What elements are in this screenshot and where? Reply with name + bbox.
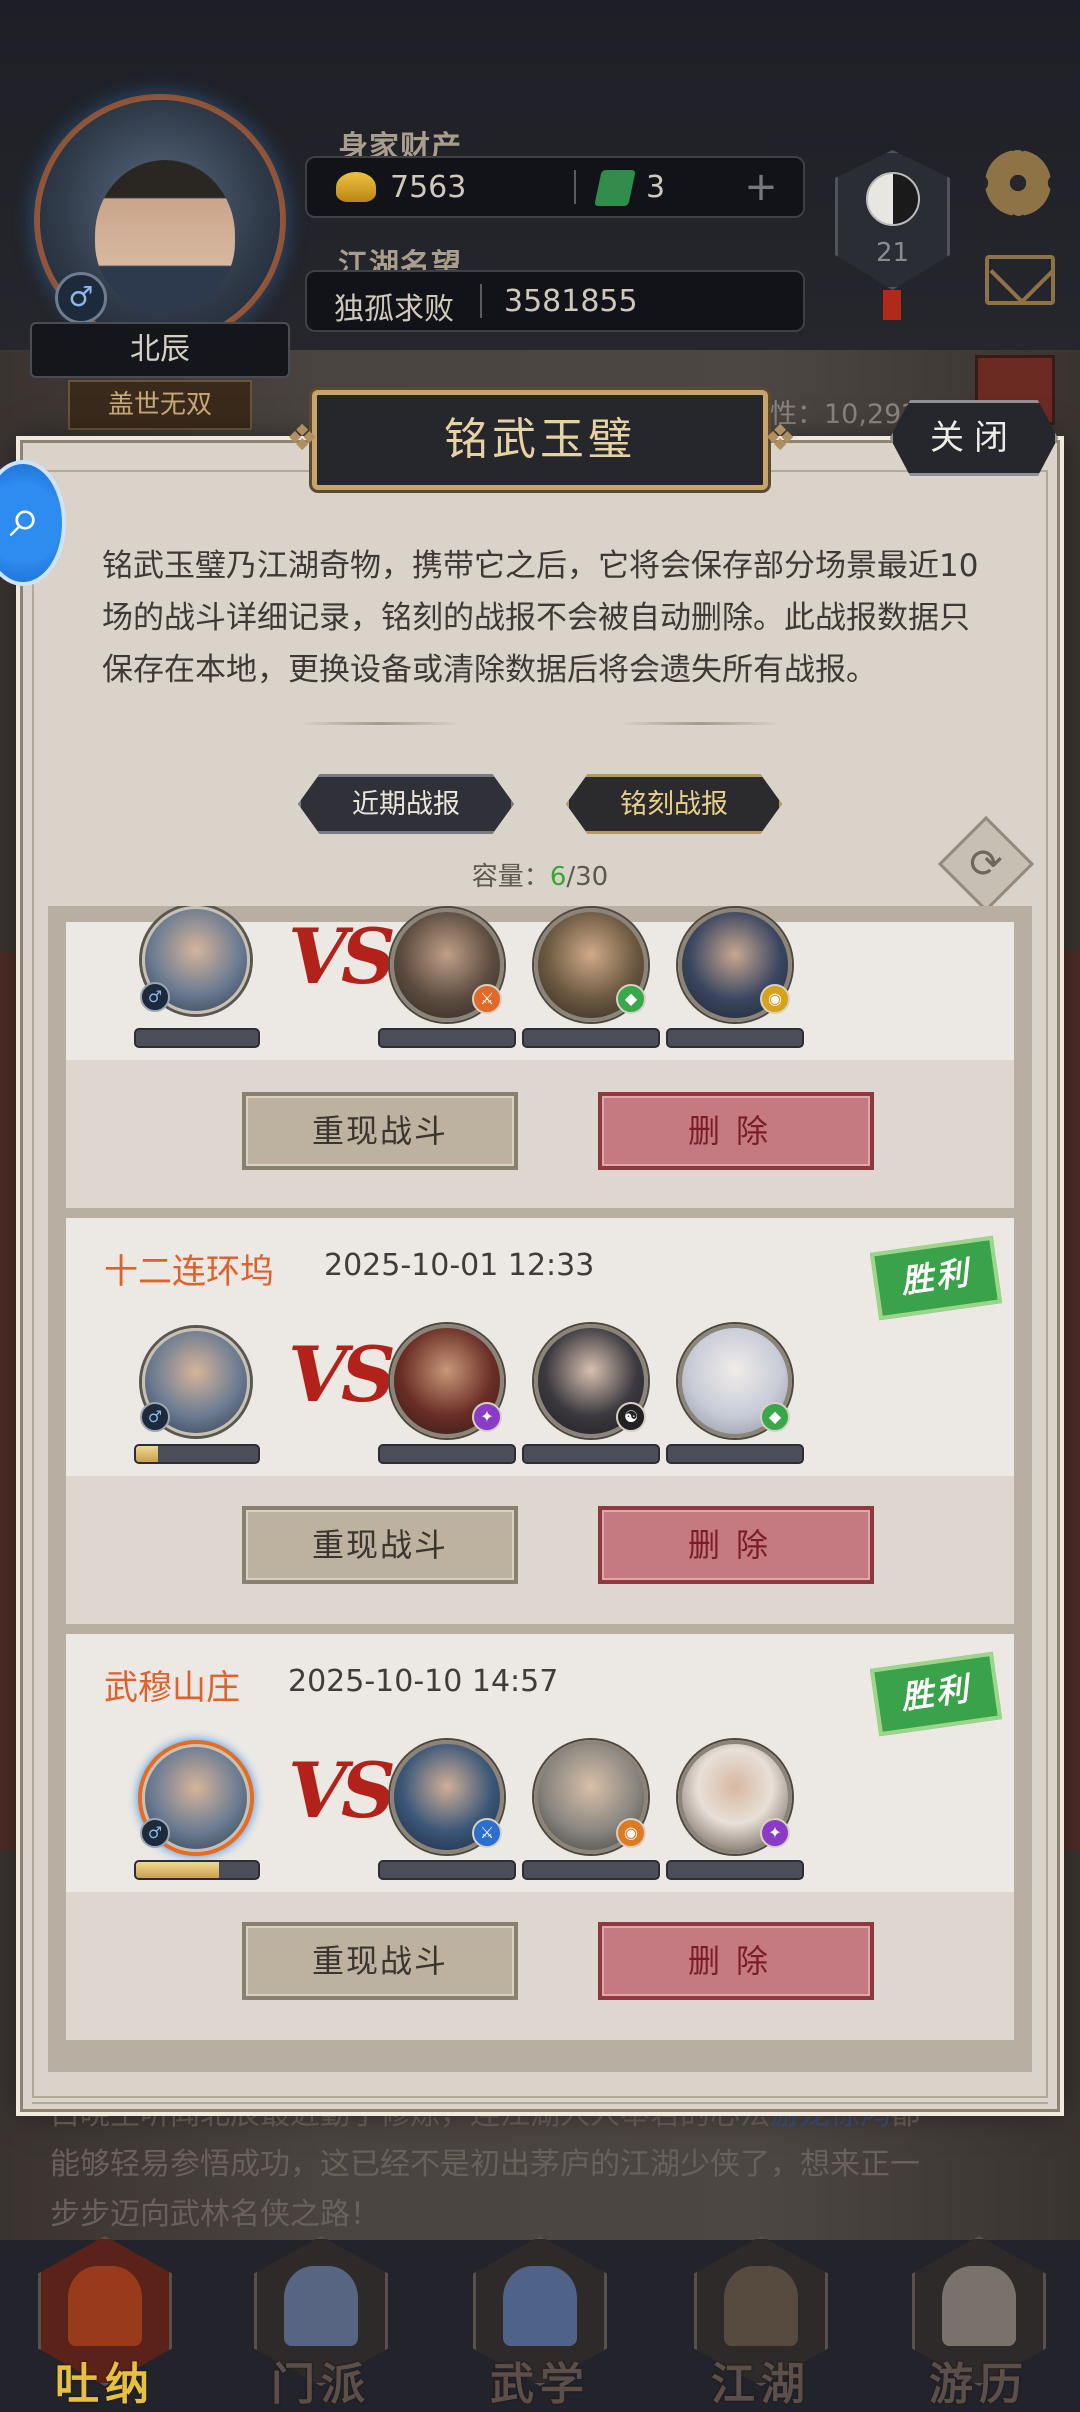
sect-icon: ◆	[616, 984, 646, 1014]
victory-stamp: 胜利	[869, 1235, 1003, 1321]
enemy-bar	[378, 1028, 516, 1048]
horse-icon	[942, 2266, 1016, 2346]
mail-icon[interactable]	[985, 255, 1055, 305]
background-story-text: 白晓生听闻北辰最近勤于修炼，连江湖人人奉若的心法游龙惊鸿都 能够轻易参悟成功，这…	[50, 2097, 920, 2232]
gender-male-icon: ♂	[140, 1818, 170, 1848]
gold-ingot-icon	[336, 172, 376, 202]
vs-icon: VS	[288, 1746, 396, 1835]
gear-icon[interactable]	[985, 150, 1051, 216]
gender-male-icon: ♂	[140, 982, 170, 1012]
record-card: ♂ VS ⚔ ◆ ◉ 重现战斗 删除	[66, 906, 1014, 1208]
enemy-bar	[378, 1860, 516, 1880]
capacity-label: 容量：	[471, 862, 550, 892]
sect-level: 21	[875, 238, 910, 268]
delete-record-button[interactable]: 删除	[598, 1506, 874, 1584]
scroll-book-icon	[503, 2266, 577, 2346]
capacity-indicator: 容量：6/30	[340, 856, 740, 893]
record-datetime: 2025-10-10 14:57	[288, 1664, 559, 1699]
modal-description: 铭武玉璧乃江湖奇物，携带它之后，它将会保存部分场景最近10场的战斗详细记录，铭刻…	[102, 548, 979, 688]
search-icon: ⌕	[9, 485, 41, 550]
divider	[480, 284, 482, 318]
gender-male-icon: ♂	[140, 1402, 170, 1432]
player-portrait	[95, 160, 235, 310]
replay-battle-button[interactable]: 重现战斗	[242, 1506, 518, 1584]
divider	[574, 170, 576, 204]
player-name: 北辰	[30, 322, 290, 378]
ornament-divider	[300, 722, 460, 725]
sect-icon: ✦	[472, 1402, 502, 1432]
player-progress-bar	[134, 1028, 260, 1048]
delete-record-button[interactable]: 删除	[598, 1092, 874, 1170]
record-card: 武穆山庄 2025-10-10 14:57 胜利 ♂ VS ⚔ ◉ ✦ 重现战斗…	[66, 1634, 1014, 2040]
vs-icon: VS	[288, 1330, 396, 1419]
nav-label: 游历	[929, 2359, 1029, 2410]
bamboo-hat-icon	[724, 2266, 798, 2346]
capacity-max: /30	[566, 862, 609, 892]
refresh-icon: ⟳	[969, 841, 1003, 887]
background-scroll-right	[1058, 950, 1080, 1850]
nav-item-sect[interactable]: 门派	[236, 2236, 406, 2412]
ornament-divider	[620, 722, 780, 725]
sect-icon: ◆	[760, 1402, 790, 1432]
replay-battle-button[interactable]: 重现战斗	[242, 1092, 518, 1170]
record-card: 十二连环坞 2025-10-01 12:33 胜利 ♂ VS ✦ ☯ ◆ 重现战…	[66, 1218, 1014, 1624]
nav-label: 武学	[490, 2359, 590, 2410]
tassel-decoration	[883, 290, 901, 320]
sect-icon: ◉	[616, 1818, 646, 1848]
sect-icon: ◉	[760, 984, 790, 1014]
yinyang-icon: ☯	[616, 1402, 646, 1432]
enemy-bar	[666, 1444, 804, 1464]
record-actions: 重现战斗 删除	[66, 1892, 1014, 2040]
enemy-bar	[522, 1444, 660, 1464]
record-location: 武穆山庄	[104, 1668, 240, 1708]
gold-amount: 7563	[390, 170, 467, 205]
capacity-current: 6	[549, 862, 567, 892]
nav-label: 吐纳	[55, 2359, 155, 2410]
record-actions: 重现战斗 删除	[66, 1060, 1014, 1208]
enemy-bar	[522, 1860, 660, 1880]
wealth-bar	[305, 156, 805, 218]
record-list[interactable]: ♂ VS ⚔ ◆ ◉ 重现战斗 删除 十二连环坞 2025-10-01 12:3…	[48, 906, 1032, 2072]
replay-battle-button[interactable]: 重现战斗	[242, 1922, 518, 2000]
nav-item-breathing[interactable]: 吐纳	[20, 2236, 190, 2412]
yinyang-icon	[866, 172, 920, 226]
sect-icon: ✦	[760, 1818, 790, 1848]
enemy-bar	[666, 1860, 804, 1880]
record-location: 十二连环坞	[104, 1252, 274, 1292]
nav-item-travel[interactable]: 游历	[894, 2236, 1064, 2412]
jade-amount: 3	[646, 170, 666, 205]
weapon-icon: ⚔	[472, 1818, 502, 1848]
record-actions: 重现战斗 删除	[66, 1476, 1014, 1624]
victory-stamp: 胜利	[869, 1651, 1003, 1737]
player-progress-bar	[134, 1860, 260, 1880]
nav-item-martial-arts[interactable]: 武学	[455, 2236, 625, 2412]
background-scroll-left	[0, 950, 22, 1850]
delete-record-button[interactable]: 删除	[598, 1922, 874, 2000]
enemy-bar	[378, 1444, 516, 1464]
tab-recent-reports[interactable]: 近期战报	[298, 774, 514, 834]
weapon-icon: ⚔	[472, 984, 502, 1014]
nav-item-jianghu[interactable]: 江湖	[676, 2236, 846, 2412]
player-progress-bar	[134, 1444, 260, 1464]
nav-label: 江湖	[711, 2359, 811, 2410]
meditation-icon	[68, 2266, 142, 2346]
ornament-right-icon: ❖	[764, 418, 797, 459]
tab-engraved-reports[interactable]: 铭刻战报	[566, 774, 782, 834]
flag-icon	[284, 2266, 358, 2346]
player-title: 盖世无双	[68, 380, 252, 430]
fame-value: 3581855	[504, 284, 638, 319]
enemy-bar	[522, 1028, 660, 1048]
modal-title: 铭武玉璧	[444, 414, 636, 465]
add-currency-button[interactable]: +	[738, 166, 784, 212]
close-button[interactable]: 关闭	[890, 400, 1058, 476]
gender-male-icon: ♂	[55, 272, 107, 324]
vs-icon: VS	[288, 912, 396, 1001]
enemy-bar	[666, 1028, 804, 1048]
fame-rank: 独孤求败	[334, 292, 454, 327]
nav-label: 门派	[271, 2359, 371, 2410]
record-datetime: 2025-10-01 12:33	[324, 1248, 595, 1283]
modal-bottom-border	[32, 2092, 1048, 2104]
